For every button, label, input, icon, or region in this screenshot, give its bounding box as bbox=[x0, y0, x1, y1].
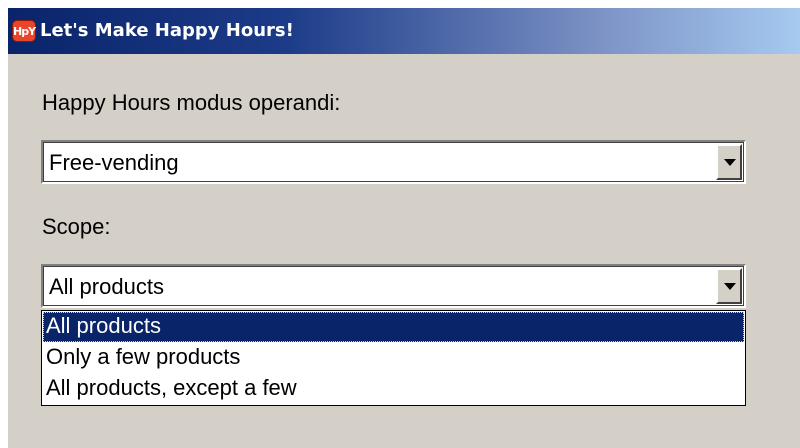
scope-label: Scope: bbox=[42, 214, 111, 239]
mode-dropdown-button[interactable] bbox=[716, 144, 742, 180]
scope-selected-value: All products bbox=[49, 274, 164, 299]
scope-option-all-products[interactable]: All products bbox=[43, 312, 744, 342]
mode-selected-value: Free-vending bbox=[49, 150, 179, 175]
scope-option-all-except-few[interactable]: All products, except a few bbox=[43, 374, 744, 404]
mode-combobox[interactable]: Free-vending bbox=[41, 140, 746, 184]
window-title: Let's Make Happy Hours! bbox=[40, 20, 294, 41]
chevron-down-icon bbox=[724, 283, 736, 290]
scope-dropdown-list: All products Only a few products All pro… bbox=[41, 310, 746, 406]
scope-dropdown-button[interactable] bbox=[716, 268, 742, 304]
mode-label: Happy Hours modus operandi: bbox=[42, 90, 341, 115]
chevron-down-icon bbox=[724, 159, 736, 166]
scope-combobox[interactable]: All products bbox=[41, 264, 746, 308]
scope-option-few-products[interactable]: Only a few products bbox=[43, 343, 744, 373]
app-logo-icon: HpY bbox=[12, 20, 36, 42]
happy-hours-window: HpY Let's Make Happy Hours! Happy Hours … bbox=[8, 8, 800, 448]
title-bar[interactable]: HpY Let's Make Happy Hours! bbox=[8, 8, 800, 54]
